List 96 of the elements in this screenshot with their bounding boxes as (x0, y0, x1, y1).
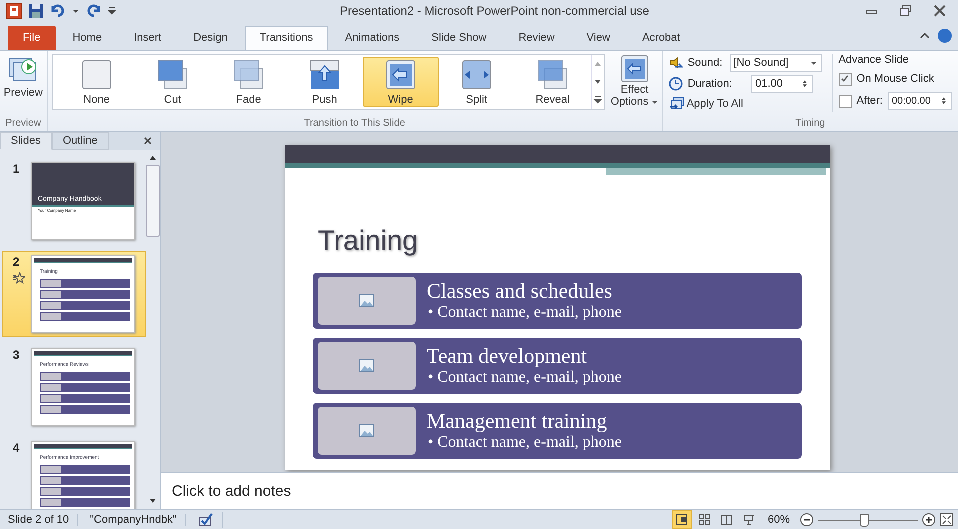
caret-icon (650, 98, 659, 106)
item-heading: Management training (427, 409, 608, 433)
help-icon[interactable] (938, 29, 952, 43)
save-icon[interactable] (28, 3, 44, 19)
scrollbar-thumb[interactable] (146, 165, 160, 237)
zoom-in-icon[interactable] (922, 512, 936, 526)
zoom-out-icon[interactable] (800, 512, 814, 526)
sound-dropdown[interactable]: [No Sound] (730, 54, 822, 72)
effect-options-button[interactable]: Effect Options (608, 54, 661, 112)
spell-check-icon[interactable] (198, 512, 214, 528)
stacked-slides-icon (232, 58, 265, 90)
book-icon (720, 514, 733, 526)
theme-name: "CompanyHndbk" (82, 514, 186, 526)
transition-option[interactable]: Cut (134, 57, 211, 107)
spin-arrows-icon (940, 97, 948, 105)
slide-number: 3 (13, 348, 21, 362)
ribbon-tab[interactable]: Slide Show (416, 26, 502, 50)
transition-option[interactable]: Wipe (362, 57, 439, 107)
zoom-slider-thumb[interactable] (860, 514, 869, 526)
group-label: Timing (794, 118, 826, 131)
after-time-spinner[interactable]: 00:00.00 (888, 92, 952, 110)
ribbon-tab[interactable]: Design (178, 26, 243, 50)
panel-tab[interactable]: Outline (52, 132, 109, 150)
ribbon-tab[interactable]: Home (58, 26, 118, 50)
transition-option[interactable]: Fade (210, 57, 287, 107)
ribbon-tab[interactable]: Animations (330, 26, 415, 50)
bullet-text: • Contact name, e-mail, phone (427, 433, 622, 453)
speaker-icon (668, 56, 683, 70)
notes-field[interactable]: Click to add notes (161, 472, 958, 509)
checkbox-label: After: (856, 95, 883, 107)
slide-title: Training (318, 225, 420, 257)
fit-to-window-icon[interactable] (940, 512, 954, 526)
duration-spinner[interactable]: 01.00 (751, 75, 814, 93)
item-heading: Team development (427, 344, 588, 368)
redo-icon[interactable] (86, 3, 102, 19)
caret-icon[interactable] (72, 7, 80, 15)
preview-button[interactable]: Preview (0, 51, 47, 103)
slide-number: 2 (13, 255, 21, 269)
arrow-up-icon (308, 58, 341, 90)
apply-to-all-button[interactable]: Apply To All (668, 96, 822, 112)
blank-slide-icon (80, 58, 113, 90)
arrow-left-icon (620, 54, 650, 84)
zoom-level[interactable]: 60% (762, 514, 796, 526)
ribbon-tab[interactable]: Insert (119, 26, 177, 50)
transition-option[interactable]: None (58, 57, 135, 107)
transition-option[interactable]: Reveal (514, 57, 591, 107)
checkbox-label: On Mouse Click (856, 73, 934, 85)
ribbon-tab[interactable]: Acrobat (627, 26, 696, 50)
scroll-down-icon[interactable] (149, 497, 157, 505)
collapse-ribbon-icon[interactable] (920, 31, 930, 41)
slide-number: 4 (13, 441, 21, 455)
window-title: Presentation2 - Microsoft PowerPoint non-commercial use (340, 4, 650, 18)
checkbox[interactable] (838, 72, 852, 86)
more-icon[interactable] (592, 95, 603, 105)
spin-arrows-icon (801, 80, 810, 88)
scroll-up-icon[interactable] (149, 154, 157, 162)
close-icon[interactable] (934, 5, 946, 17)
panel-tab[interactable]: Slides (0, 132, 52, 150)
undo-icon[interactable] (50, 3, 66, 19)
close-icon[interactable] (144, 137, 152, 145)
group-label: Preview (4, 118, 42, 131)
view-button[interactable] (672, 510, 692, 529)
advance-slide-heading: Advance Slide (838, 54, 910, 66)
sound-label: Sound: (688, 57, 723, 69)
customize-icon[interactable] (108, 7, 116, 15)
transition-option[interactable]: Push (286, 57, 363, 107)
zoom-slider[interactable] (818, 512, 918, 526)
picture-icon (359, 423, 375, 439)
apply-all-icon (668, 96, 685, 112)
duration-label: Duration: (688, 78, 732, 90)
slide-number: 1 (13, 162, 21, 176)
app-icon[interactable] (6, 3, 22, 19)
caret-icon (810, 59, 818, 67)
picture-icon (359, 293, 375, 309)
group-label: Transition to This Slide (303, 118, 406, 131)
grid-view-icon (698, 514, 711, 526)
screen-icon (742, 514, 755, 526)
stacked-slides-icon (156, 58, 189, 90)
split-arrows-icon (460, 58, 493, 90)
item-heading: Classes and schedules (427, 279, 614, 303)
arrow-left-icon (384, 58, 417, 90)
check-icon (841, 75, 850, 83)
ribbon-tab[interactable]: Transitions (244, 26, 328, 50)
clock-icon (668, 77, 683, 91)
bullet-text: • Contact name, e-mail, phone (427, 368, 622, 388)
slide-counter: Slide 2 of 10 (0, 514, 78, 526)
transition-option[interactable]: Split (438, 57, 515, 107)
restore-icon[interactable] (900, 5, 912, 17)
file-tab[interactable]: File (8, 26, 56, 50)
stacked-slides-icon (536, 58, 569, 90)
checkbox[interactable] (838, 94, 852, 108)
bullet-text: • Contact name, e-mail, phone (427, 303, 622, 323)
ribbon-tab[interactable]: View (572, 26, 626, 50)
ribbon-tab[interactable]: Review (504, 26, 570, 50)
normal-view-icon (676, 514, 688, 526)
picture-icon (359, 358, 375, 374)
